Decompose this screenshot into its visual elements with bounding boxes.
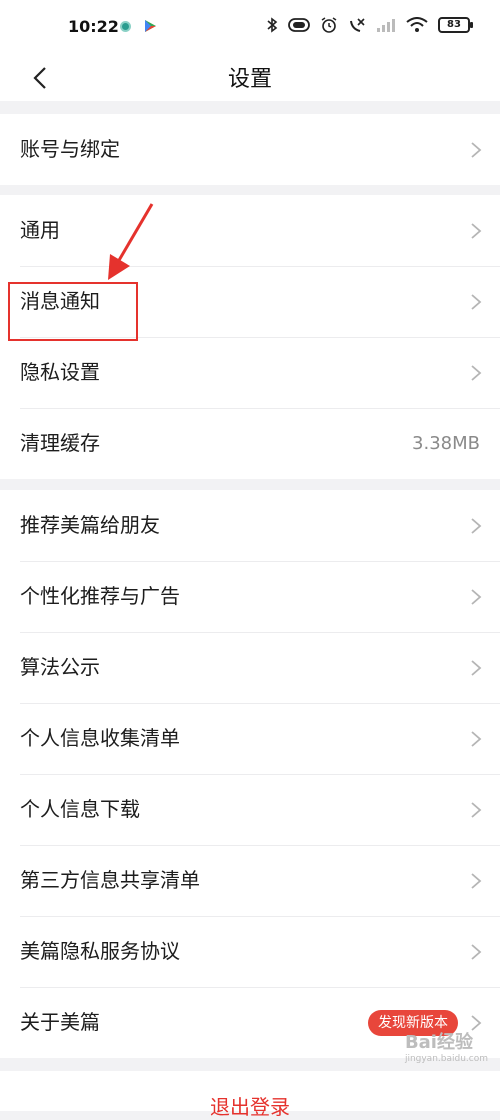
chevron-right-icon: [471, 365, 482, 381]
settings-item-third-party[interactable]: 第三方信息共享清单: [0, 845, 500, 916]
item-label: 美篇隐私服务协议: [20, 939, 180, 963]
page-title: 设置: [227, 67, 272, 92]
settings-item-info-collection[interactable]: 个人信息收集清单: [0, 703, 500, 774]
item-label: 算法公示: [20, 655, 100, 679]
battery-level: 83: [447, 19, 461, 30]
annotation-arrow: [108, 203, 154, 280]
chevron-right-icon: [471, 223, 482, 239]
watermark-sub: jingyan.baidu.com: [404, 1054, 488, 1064]
settings-item-info-download[interactable]: 个人信息下载: [0, 774, 500, 845]
play-store-icon: [145, 20, 156, 32]
battery-indicator: 83: [438, 17, 473, 33]
item-label: 个人信息下载: [20, 797, 140, 821]
watermark: Bai经验 jingyan.baidu.com: [405, 1028, 488, 1064]
chevron-right-icon: [471, 294, 482, 310]
account-section: 账号与绑定: [0, 114, 500, 185]
app-notification-icon: [120, 21, 131, 32]
item-label: 个人信息收集清单: [20, 726, 180, 750]
chevron-right-icon: [471, 589, 482, 605]
settings-item-personalized-ads[interactable]: 个性化推荐与广告: [0, 561, 500, 632]
chevron-right-icon: [471, 142, 482, 158]
logout-area: 退出登录: [0, 1071, 500, 1119]
bluetooth-icon: [267, 17, 278, 33]
item-label: 清理缓存: [20, 431, 100, 455]
alarm-icon: [321, 17, 337, 33]
item-label: 第三方信息共享清单: [20, 868, 200, 892]
about-section: 推荐美篇给朋友 个性化推荐与广告 算法公示 个人信息收集清单 个人信息下载 第三…: [0, 490, 500, 1058]
logout-button[interactable]: 退出登录: [0, 1091, 500, 1120]
nav-bar: 设置: [0, 56, 500, 101]
settings-item-general[interactable]: 通用: [0, 195, 500, 266]
chevron-right-icon: [471, 802, 482, 818]
cache-size-value: 3.38MB: [412, 433, 480, 454]
settings-item-recommend[interactable]: 推荐美篇给朋友: [0, 490, 500, 561]
vibrate-icon: [288, 18, 310, 32]
settings-item-algorithm[interactable]: 算法公示: [0, 632, 500, 703]
settings-item-account-binding[interactable]: 账号与绑定: [0, 114, 500, 185]
item-label: 隐私设置: [20, 360, 100, 384]
item-label: 关于美篇: [20, 1010, 100, 1034]
status-bar: 10:22 83: [0, 0, 500, 56]
wifi-icon: [406, 17, 428, 32]
item-label: 通用: [20, 218, 60, 242]
settings-item-privacy-agreement[interactable]: 美篇隐私服务协议: [0, 916, 500, 987]
item-label: 推荐美篇给朋友: [20, 513, 160, 537]
chevron-right-icon: [471, 660, 482, 676]
item-label: 个性化推荐与广告: [20, 584, 180, 608]
chevron-right-icon: [471, 873, 482, 889]
settings-item-clear-cache[interactable]: 清理缓存 3.38MB: [0, 408, 500, 479]
chevron-right-icon: [471, 944, 482, 960]
chevron-right-icon: [471, 731, 482, 747]
status-time: 10:22: [68, 17, 119, 36]
signal-icon: [377, 19, 395, 32]
annotation-highlight-box: [8, 282, 138, 341]
item-label: 账号与绑定: [20, 137, 120, 161]
watermark-text: Bai经验: [404, 1032, 473, 1053]
status-icons: 83: [266, 16, 473, 34]
chevron-right-icon: [471, 518, 482, 534]
call-blocked-icon: [350, 18, 365, 32]
settings-item-privacy[interactable]: 隐私设置: [0, 337, 500, 408]
